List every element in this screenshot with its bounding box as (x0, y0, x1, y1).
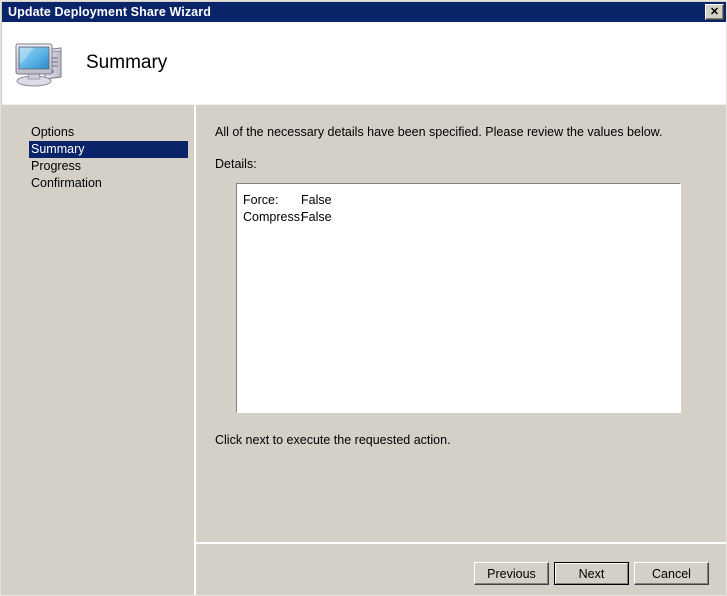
sidebar-item-confirmation[interactable]: Confirmation (29, 175, 188, 192)
table-row: Force: False (243, 192, 680, 209)
detail-key-compress: Compress: (243, 210, 304, 224)
computer-icon (14, 37, 68, 89)
wizard-window: Update Deployment Share Wizard ✕ Summary… (0, 0, 727, 596)
sidebar-item-summary[interactable]: Summary (29, 141, 188, 158)
next-button-label: Next (555, 563, 628, 584)
next-button[interactable]: Next (554, 562, 629, 585)
detail-value-force: False (301, 193, 332, 207)
close-button[interactable]: ✕ (705, 4, 724, 20)
wizard-content: All of the necessary details have been s… (196, 105, 726, 595)
footer-instruction-text: Click next to execute the requested acti… (215, 433, 451, 447)
table-row: Compress: False (243, 209, 680, 226)
wizard-sidebar: Options Summary Progress Confirmation (2, 105, 194, 595)
intro-text: All of the necessary details have been s… (215, 125, 663, 139)
previous-button[interactable]: Previous (474, 562, 549, 585)
detail-value-compress: False (301, 210, 332, 224)
cancel-button[interactable]: Cancel (634, 562, 709, 585)
page-title: Summary (86, 52, 168, 73)
button-bar: Previous Next Cancel (196, 544, 726, 595)
sidebar-item-options[interactable]: Options (29, 124, 188, 141)
title-bar: Update Deployment Share Wizard ✕ (2, 2, 726, 22)
details-list: Force: False Compress: False (237, 184, 680, 226)
detail-key-force: Force: (243, 193, 279, 207)
wizard-header: Summary (2, 22, 726, 104)
close-icon: ✕ (709, 5, 720, 18)
details-label: Details: (215, 157, 257, 171)
window-title: Update Deployment Share Wizard (8, 5, 211, 19)
wizard-step-list: Options Summary Progress Confirmation (29, 124, 188, 192)
sidebar-item-progress[interactable]: Progress (29, 158, 188, 175)
details-box[interactable]: Force: False Compress: False (236, 183, 681, 413)
